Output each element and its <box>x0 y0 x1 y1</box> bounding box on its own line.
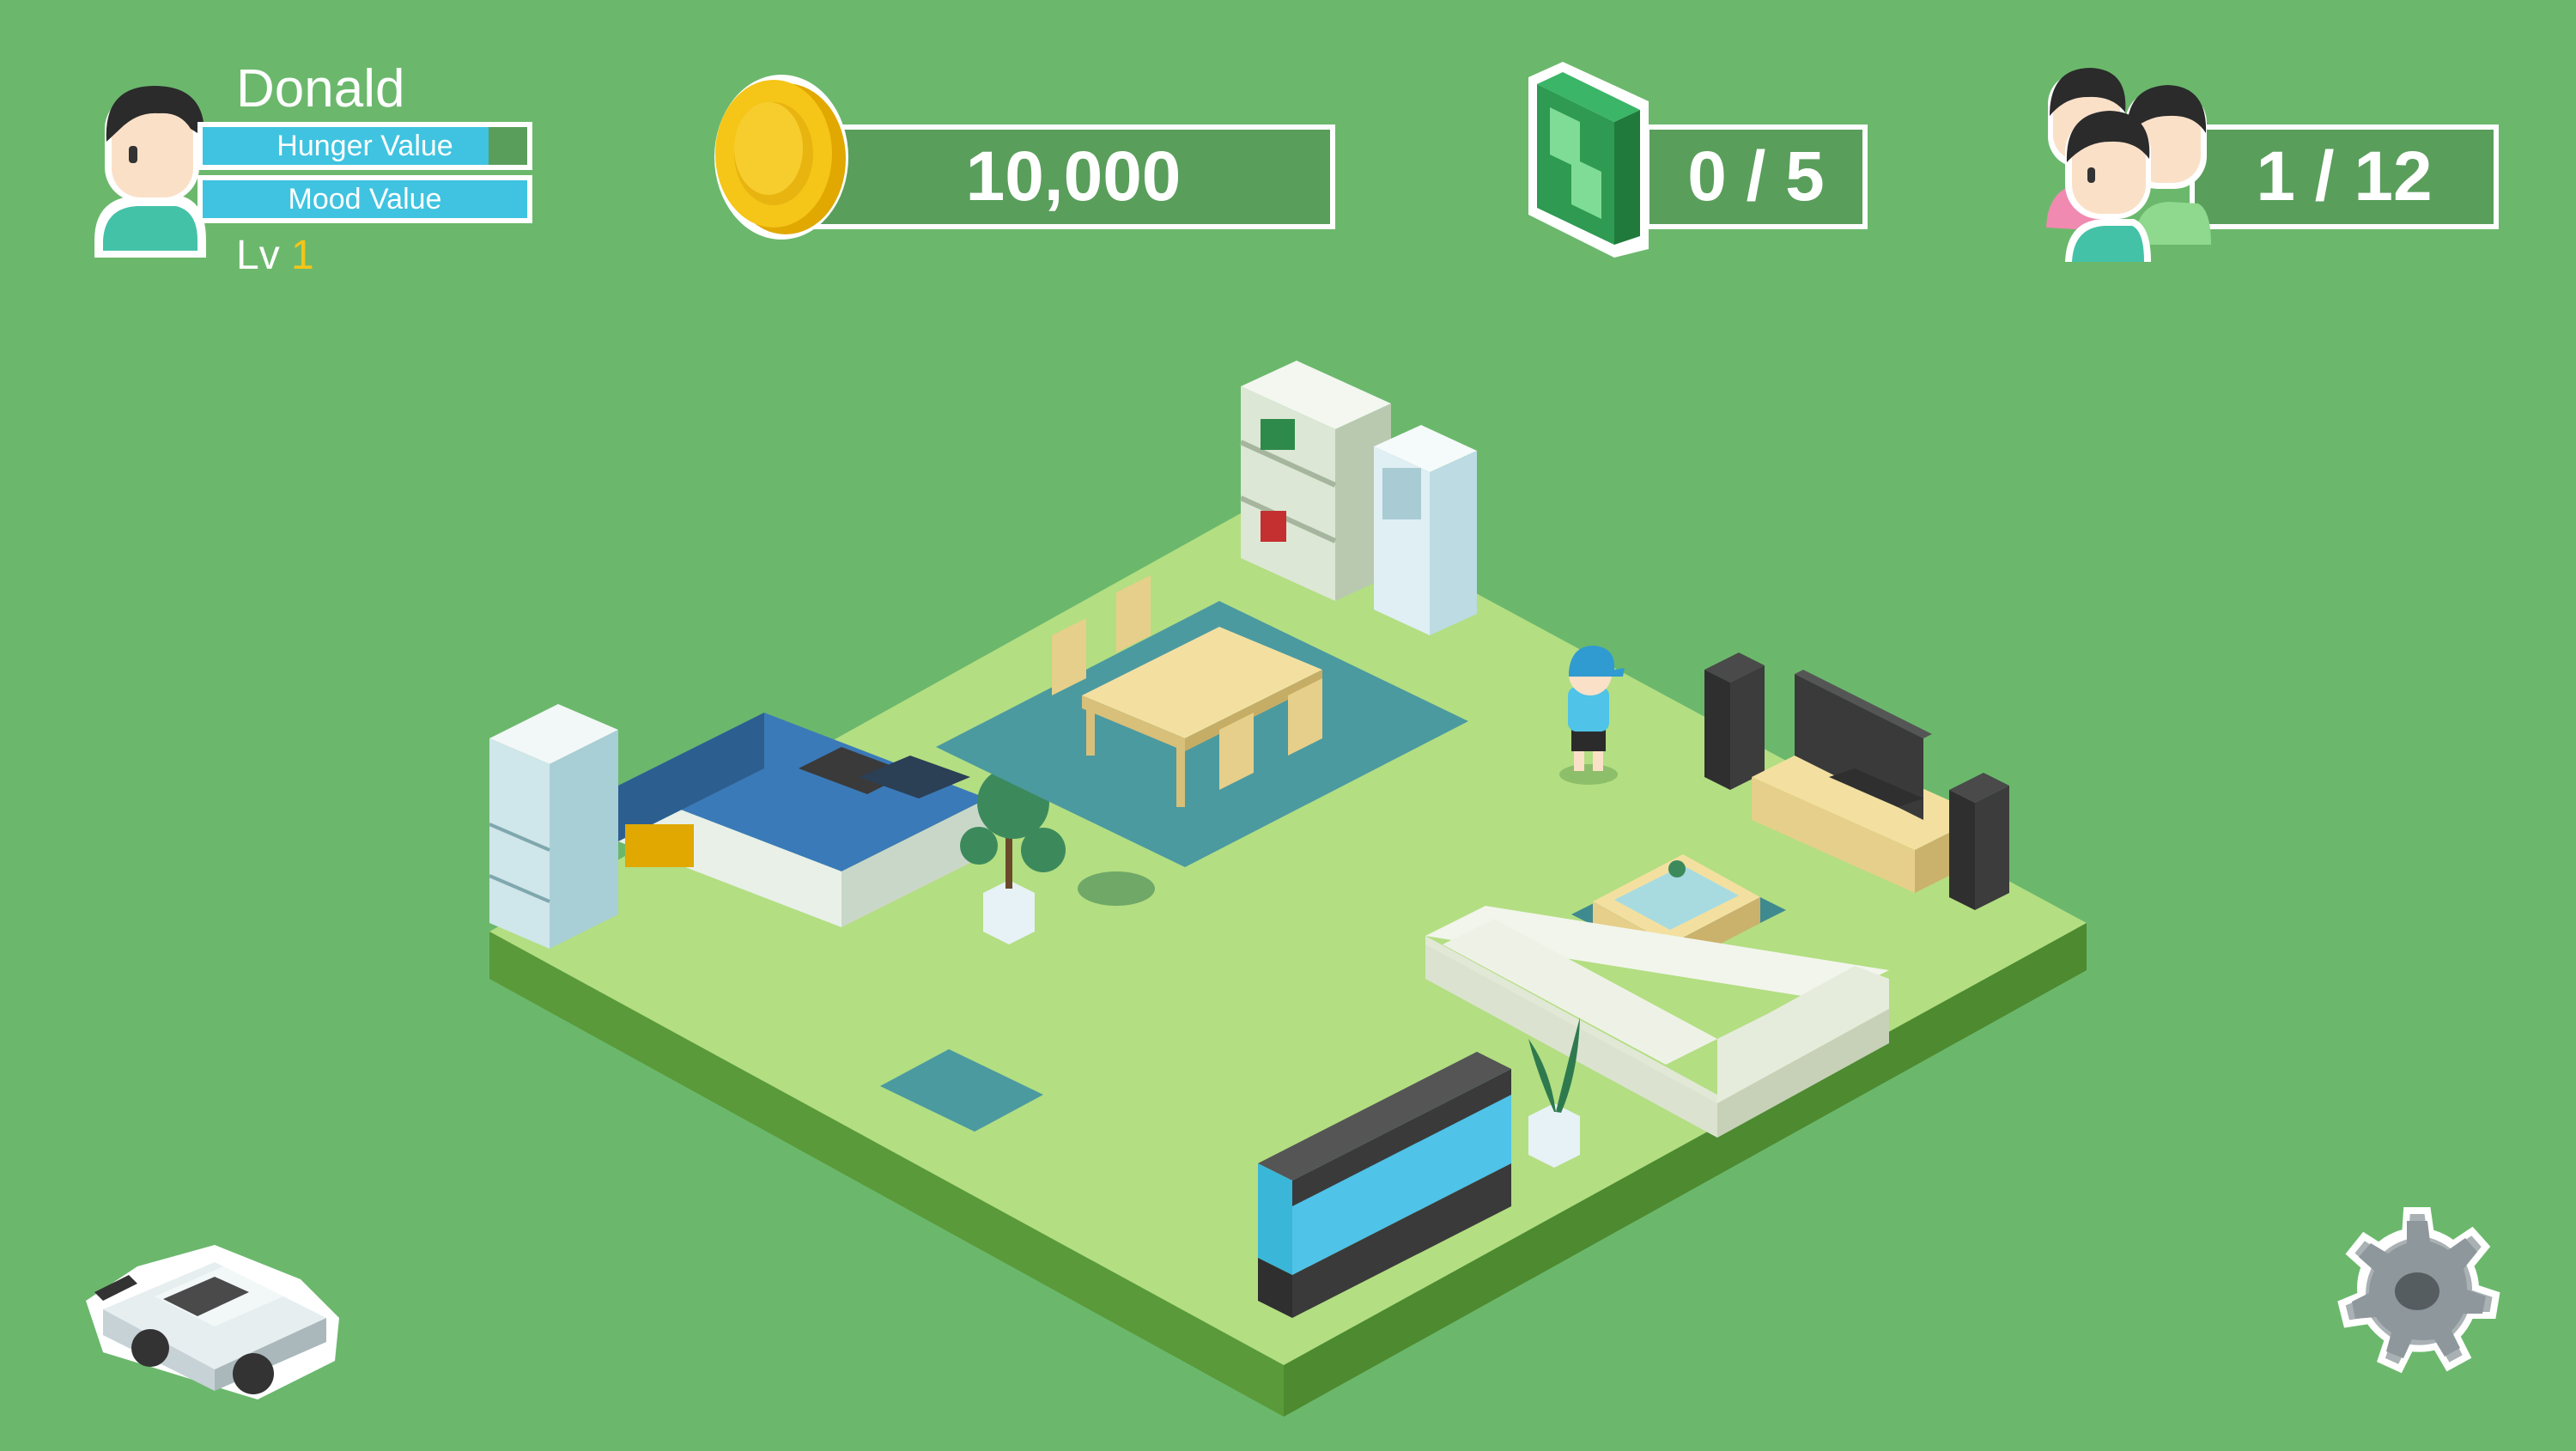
gear-icon[interactable] <box>2327 1198 2507 1378</box>
car-icon[interactable] <box>77 1198 352 1404</box>
fridge <box>489 704 618 949</box>
air-conditioner <box>1374 425 1477 635</box>
bookshelf <box>1239 361 1391 601</box>
room-scene <box>489 361 2087 1417</box>
left-speaker <box>1704 653 1765 790</box>
right-speaker <box>1949 773 2009 910</box>
